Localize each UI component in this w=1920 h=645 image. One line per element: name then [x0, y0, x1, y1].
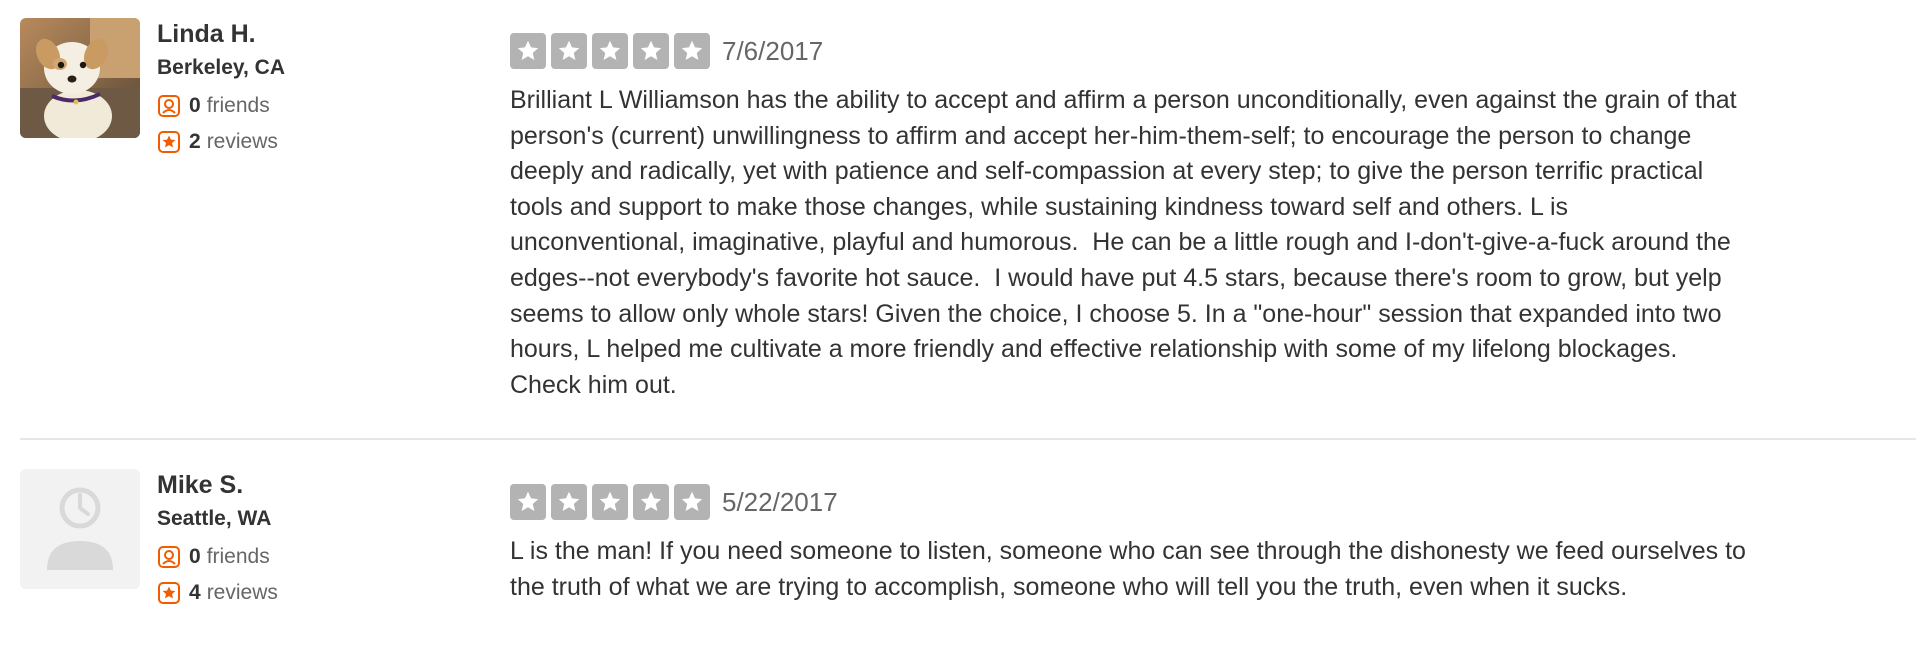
- review-item: Mike S. Seattle, WA 0 friends 4 reviews …: [0, 451, 1920, 645]
- user-info: Linda H. Berkeley, CA 0 friends 2 review…: [157, 19, 285, 163]
- reviews-label: reviews: [206, 130, 278, 153]
- star-icon: [674, 484, 710, 520]
- rating-row: 5/22/2017: [510, 484, 1905, 520]
- dog-photo-avatar-icon: [20, 18, 140, 138]
- star-icon: [551, 484, 587, 520]
- friends-icon: [157, 94, 181, 118]
- friends-label: friends: [206, 545, 270, 568]
- reviews-stat: 2 reviews: [157, 127, 285, 157]
- default-user-avatar-icon: [20, 469, 140, 589]
- user-location: Seattle, WA: [157, 507, 272, 530]
- star-reviews-icon: [157, 581, 181, 605]
- user-name[interactable]: Linda H.: [157, 19, 285, 53]
- review-divider: [20, 438, 1916, 440]
- review-item: Linda H. Berkeley, CA 0 friends 2 review…: [0, 0, 1920, 438]
- review-date: 5/22/2017: [722, 487, 838, 517]
- user-avatar[interactable]: [20, 18, 140, 138]
- review-text: L is the man! If you need someone to lis…: [510, 537, 1746, 601]
- friends-stat: 0 friends: [157, 91, 285, 121]
- star-icon: [510, 33, 546, 69]
- rating-row: 7/6/2017: [510, 33, 1905, 69]
- star-rating: [510, 484, 710, 520]
- star-icon: [674, 33, 710, 69]
- review-content: 5/22/2017 L is the man! If you need some…: [510, 484, 1905, 605]
- user-avatar[interactable]: [20, 469, 140, 589]
- star-icon: [551, 33, 587, 69]
- star-rating: [510, 33, 710, 69]
- star-icon: [510, 484, 546, 520]
- reviews-count: 2: [189, 130, 201, 153]
- friends-count: 0: [189, 545, 201, 568]
- review-content: 7/6/2017 Brilliant L Williamson has the …: [510, 33, 1905, 403]
- review-date: 7/6/2017: [722, 36, 824, 66]
- reviews-stat: 4 reviews: [157, 578, 278, 608]
- user-name[interactable]: Mike S.: [157, 470, 278, 504]
- friends-count: 0: [189, 94, 201, 117]
- friends-label: friends: [206, 94, 270, 117]
- star-icon: [592, 484, 628, 520]
- friends-stat: 0 friends: [157, 542, 278, 572]
- friends-icon: [157, 545, 181, 569]
- star-reviews-icon: [157, 130, 181, 154]
- user-info: Mike S. Seattle, WA 0 friends 4 reviews: [157, 470, 278, 614]
- star-icon: [633, 33, 669, 69]
- star-icon: [592, 33, 628, 69]
- reviews-count: 4: [189, 581, 201, 604]
- star-icon: [633, 484, 669, 520]
- reviews-label: reviews: [206, 581, 278, 604]
- review-text: Brilliant L Williamson has the ability t…: [510, 86, 1737, 399]
- user-location: Berkeley, CA: [157, 56, 286, 79]
